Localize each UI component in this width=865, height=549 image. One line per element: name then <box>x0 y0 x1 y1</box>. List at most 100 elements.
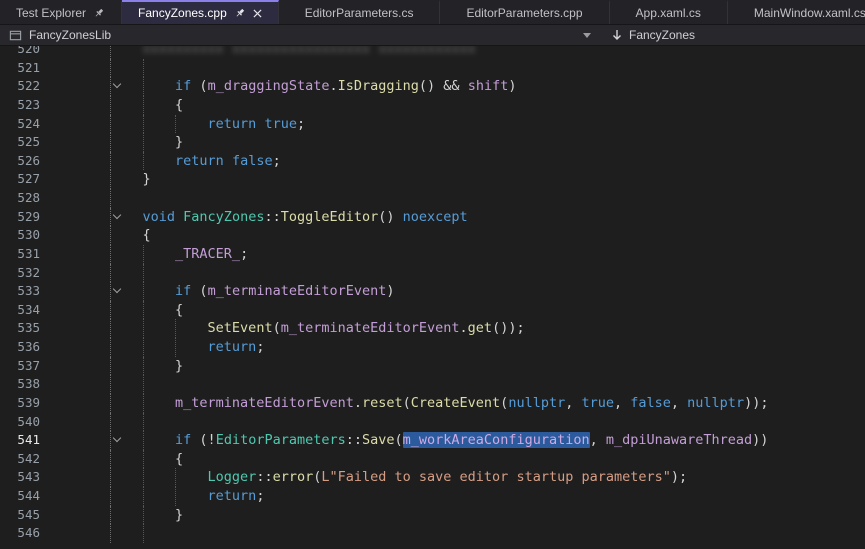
code-line-535[interactable]: 535 SetEvent(m_terminateEditorEvent.get(… <box>0 319 865 338</box>
scope-name: FancyZones <box>629 28 695 42</box>
chevron-down-icon[interactable] <box>583 33 591 38</box>
line-number[interactable]: 527 <box>0 170 40 189</box>
code-line-520[interactable]: 520 xxxxxxxxxx xxxxxxxxxxxxxxxxx xxxxxxx… <box>0 46 865 59</box>
line-number[interactable]: 528 <box>0 189 40 208</box>
line-number[interactable]: 537 <box>0 357 40 376</box>
code-token: :: <box>346 432 362 448</box>
indent-guide <box>175 468 176 487</box>
line-number[interactable]: 535 <box>0 319 40 338</box>
code-line-525[interactable]: 525 } <box>0 133 865 152</box>
tab-app-xaml-cs[interactable]: App.xaml.cs <box>610 0 728 24</box>
code-editor[interactable]: 520 xxxxxxxxxx xxxxxxxxxxxxxxxxx xxxxxxx… <box>0 46 865 549</box>
line-number[interactable]: 520 <box>0 46 40 59</box>
code-line-529[interactable]: 529 void FancyZones::ToggleEditor() noex… <box>0 208 865 227</box>
line-number[interactable]: 540 <box>0 413 40 432</box>
line-number[interactable]: 534 <box>0 301 40 320</box>
code-token: } <box>110 134 183 150</box>
code-line-530[interactable]: 530 { <box>0 226 865 245</box>
line-number[interactable]: 545 <box>0 506 40 525</box>
line-number[interactable]: 521 <box>0 59 40 78</box>
line-number[interactable]: 533 <box>0 282 40 301</box>
line-number[interactable]: 526 <box>0 152 40 171</box>
code-line-522[interactable]: 522 if (m_draggingState.IsDragging() && … <box>0 77 865 96</box>
code-token: (! <box>191 432 215 448</box>
code-line-543[interactable]: 543 Logger::error(L"Failed to save edito… <box>0 468 865 487</box>
code-line-531[interactable]: 531 _TRACER_; <box>0 245 865 264</box>
line-number[interactable]: 538 <box>0 375 40 394</box>
line-number[interactable]: 522 <box>0 77 40 96</box>
tab-fancyzones-cpp[interactable]: FancyZones.cpp <box>122 0 279 24</box>
line-number[interactable]: 544 <box>0 487 40 506</box>
code-token: nullptr <box>687 395 744 411</box>
indent-guide <box>110 133 111 152</box>
code-token: shift <box>468 78 509 94</box>
code-line-524[interactable]: 524 return true; <box>0 115 865 134</box>
code-line-538[interactable]: 538 <box>0 375 865 394</box>
tab-label: EditorParameters.cpp <box>466 6 582 20</box>
code-line-534[interactable]: 534 { <box>0 301 865 320</box>
code-line-545[interactable]: 545 } <box>0 506 865 525</box>
line-number[interactable]: 531 <box>0 245 40 264</box>
code-line-521[interactable]: 521 <box>0 59 865 78</box>
project-dropdown[interactable]: FancyZonesLib <box>0 25 600 45</box>
indent-guide <box>175 319 176 338</box>
code-line-540[interactable]: 540 <box>0 413 865 432</box>
line-number[interactable]: 525 <box>0 133 40 152</box>
code-line-532[interactable]: 532 <box>0 264 865 283</box>
tab-test-explorer[interactable]: Test Explorer <box>0 0 122 24</box>
code-line-544[interactable]: 544 return; <box>0 487 865 506</box>
indent-guide <box>143 450 144 469</box>
code-line-541[interactable]: 541 if (!EditorParameters::Save(m_workAr… <box>0 431 865 450</box>
code-token: ToggleEditor <box>281 209 379 225</box>
code-line-523[interactable]: 523 { <box>0 96 865 115</box>
line-number[interactable]: 536 <box>0 338 40 357</box>
tab-editorparameters-cs[interactable]: EditorParameters.cs <box>279 0 441 24</box>
code-line-526[interactable]: 526 return false; <box>0 152 865 171</box>
line-number[interactable]: 529 <box>0 208 40 227</box>
code-token: () && <box>419 78 468 94</box>
code-text <box>110 375 865 394</box>
code-token: ; <box>297 116 305 132</box>
code-line-528[interactable]: 528 <box>0 189 865 208</box>
tab-editorparameters-cpp[interactable]: EditorParameters.cpp <box>440 0 609 24</box>
code-text: } <box>110 506 865 525</box>
indent-guide <box>110 96 111 115</box>
indent-guide <box>143 152 144 171</box>
tab-mainwindow-xaml-cs[interactable]: MainWindow.xaml.cs <box>728 0 865 24</box>
code-text: return; <box>110 487 865 506</box>
line-number[interactable]: 542 <box>0 450 40 469</box>
line-number[interactable]: 543 <box>0 468 40 487</box>
close-icon[interactable] <box>253 9 262 18</box>
line-number[interactable]: 532 <box>0 264 40 283</box>
code-line-536[interactable]: 536 return; <box>0 338 865 357</box>
code-text <box>110 264 865 283</box>
code-token: if <box>175 78 191 94</box>
code-text: { <box>110 450 865 469</box>
code-token: false <box>232 153 273 169</box>
indent-guide <box>110 487 111 506</box>
code-line-539[interactable]: 539 m_terminateEditorEvent.reset(CreateE… <box>0 394 865 413</box>
line-number[interactable]: 539 <box>0 394 40 413</box>
indent-guide <box>143 245 144 264</box>
code-area[interactable]: 520 xxxxxxxxxx xxxxxxxxxxxxxxxxx xxxxxxx… <box>0 46 865 543</box>
code-token: return <box>175 153 224 169</box>
pin-icon[interactable] <box>234 7 246 19</box>
line-number[interactable]: 546 <box>0 524 40 543</box>
code-line-546[interactable]: 546 <box>0 524 865 543</box>
pin-icon[interactable] <box>93 7 105 19</box>
line-number[interactable]: 530 <box>0 226 40 245</box>
code-token: ); <box>671 469 687 485</box>
code-text: xxxxxxxxxx xxxxxxxxxxxxxxxxx xxxxxxxxxxx… <box>110 46 865 59</box>
code-text: { <box>110 301 865 320</box>
indent-guide <box>143 338 144 357</box>
line-number[interactable]: 541 <box>0 431 40 450</box>
code-line-527[interactable]: 527 } <box>0 170 865 189</box>
code-line-542[interactable]: 542 { <box>0 450 865 469</box>
indent-guide <box>110 301 111 320</box>
code-line-537[interactable]: 537 } <box>0 357 865 376</box>
code-token: if <box>175 283 191 299</box>
line-number[interactable]: 524 <box>0 115 40 134</box>
code-line-533[interactable]: 533 if (m_terminateEditorEvent) <box>0 282 865 301</box>
line-number[interactable]: 523 <box>0 96 40 115</box>
scope-dropdown[interactable]: FancyZones <box>600 25 707 45</box>
